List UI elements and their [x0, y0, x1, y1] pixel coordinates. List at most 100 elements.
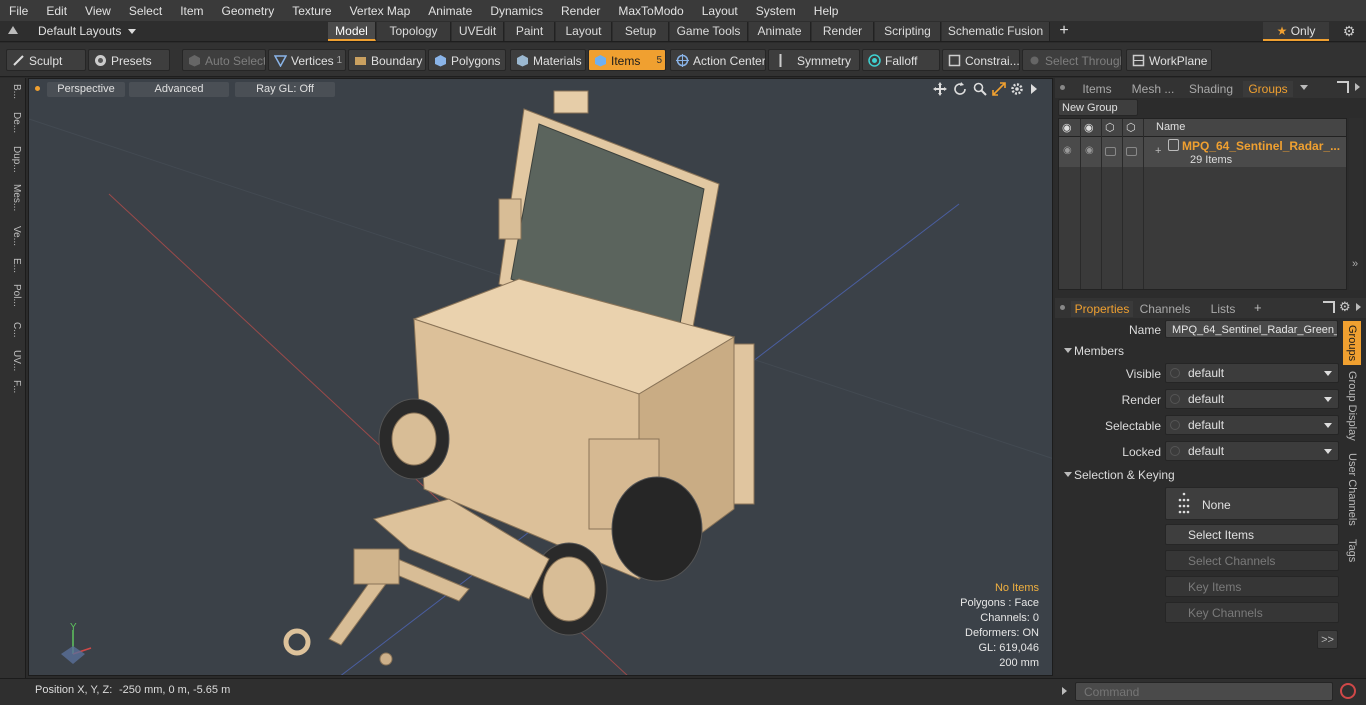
row-lock-checkbox[interactable]: [1105, 147, 1116, 156]
menu-item[interactable]: Item: [171, 4, 212, 18]
groups-chevron-down-icon[interactable]: [1300, 85, 1308, 90]
tab-mesh[interactable]: Mesh ...: [1127, 81, 1179, 97]
eye-icon[interactable]: ◉: [1062, 121, 1072, 134]
props-more-icon[interactable]: [1356, 303, 1361, 311]
falloff-button[interactable]: Falloff: [862, 49, 940, 71]
gear-icon[interactable]: ⚙: [1340, 23, 1358, 40]
row-render-icon[interactable]: ◉: [1085, 145, 1094, 156]
new-group-button[interactable]: New Group: [1058, 99, 1138, 116]
materials-button[interactable]: Materials: [510, 49, 586, 71]
tab-scripting[interactable]: Scripting: [875, 22, 941, 41]
tab-shading[interactable]: Shading: [1185, 81, 1237, 97]
expand-plus-icon[interactable]: +: [1155, 145, 1161, 157]
action-center-button[interactable]: Action Center: [670, 49, 766, 71]
layout-expand-icon[interactable]: [8, 26, 18, 34]
3d-viewport[interactable]: Perspective Advanced Ray GL: Off Y No It…: [28, 78, 1053, 676]
menu-animate[interactable]: Animate: [419, 4, 481, 18]
tab-paint[interactable]: Paint: [505, 22, 555, 41]
palette-tab-vertex[interactable]: Ve...: [3, 226, 22, 246]
palette-tab-duplicate[interactable]: Dup...: [3, 146, 22, 173]
scroll-down-icon[interactable]: »: [1352, 258, 1358, 270]
items-button[interactable]: Items 5: [588, 49, 666, 71]
selectable-dropdown[interactable]: default: [1165, 415, 1339, 435]
props-dot-icon[interactable]: [1060, 305, 1065, 310]
menu-texture[interactable]: Texture: [283, 4, 340, 18]
tab-render[interactable]: Render: [812, 22, 874, 41]
props-gear-icon[interactable]: ⚙: [1339, 299, 1351, 315]
menu-file[interactable]: File: [0, 4, 37, 18]
side-tab-group-display[interactable]: Group Display: [1343, 371, 1361, 441]
selection-keying-section[interactable]: Selection & Keying: [1064, 468, 1175, 482]
vertices-button[interactable]: Vertices 1: [268, 49, 346, 71]
tab-channels[interactable]: Channels: [1137, 301, 1193, 317]
add-props-tab-icon[interactable]: +: [1254, 300, 1262, 315]
menu-system[interactable]: System: [747, 4, 805, 18]
record-icon[interactable]: [1340, 683, 1356, 699]
tab-model[interactable]: Model: [328, 22, 376, 41]
boundary-button[interactable]: Boundary: [348, 49, 426, 71]
tab-uvedit[interactable]: UVEdit: [452, 22, 504, 41]
row-eye-icon[interactable]: ◉: [1063, 145, 1072, 156]
palette-tab-fusion[interactable]: F...: [3, 380, 22, 393]
menu-render[interactable]: Render: [552, 4, 609, 18]
name-input[interactable]: MPQ_64_Sentinel_Radar_Green_: [1165, 320, 1338, 338]
menu-select[interactable]: Select: [120, 4, 171, 18]
more-button[interactable]: >>: [1317, 630, 1338, 649]
menu-vertex-map[interactable]: Vertex Map: [341, 4, 420, 18]
command-input[interactable]: [1075, 682, 1333, 701]
sculpt-button[interactable]: Sculpt: [6, 49, 86, 71]
select-through-button[interactable]: Select Through: [1022, 49, 1122, 71]
tab-items[interactable]: Items: [1077, 81, 1117, 97]
symmetry-button[interactable]: Symmetry: [768, 49, 860, 71]
tab-layout[interactable]: Layout: [556, 22, 612, 41]
tab-lists[interactable]: Lists: [1201, 301, 1245, 317]
presets-button[interactable]: Presets: [88, 49, 170, 71]
menu-dynamics[interactable]: Dynamics: [481, 4, 552, 18]
palette-tab-basic[interactable]: B...: [3, 84, 22, 99]
props-maximize-icon[interactable]: [1323, 301, 1335, 313]
palette-tab-edge[interactable]: E...: [3, 258, 22, 273]
groups-scrollbar[interactable]: »: [1349, 118, 1363, 290]
tab-properties[interactable]: Properties: [1071, 301, 1133, 317]
panel-dot-icon[interactable]: [1060, 85, 1065, 90]
side-tab-groups[interactable]: Groups: [1343, 321, 1361, 365]
menu-layout[interactable]: Layout: [693, 4, 747, 18]
locked-dropdown[interactable]: default: [1165, 441, 1339, 461]
group-row[interactable]: ◉ ◉ + MPQ_64_Sentinel_Radar_... 29 Items: [1059, 137, 1346, 167]
key-channels-button[interactable]: Key Channels: [1165, 602, 1339, 623]
none-button[interactable]: None: [1165, 487, 1339, 520]
select-col-icon[interactable]: ⬡: [1126, 121, 1136, 134]
side-tab-user-channels[interactable]: User Channels: [1343, 453, 1361, 526]
menu-edit[interactable]: Edit: [37, 4, 76, 18]
polygons-button[interactable]: Polygons: [428, 49, 506, 71]
palette-tab-mesh-edit[interactable]: Mes...: [3, 184, 22, 211]
auto-select-button[interactable]: Auto Select: [182, 49, 266, 71]
menu-geometry[interactable]: Geometry: [213, 4, 284, 18]
render-col-icon[interactable]: ◉: [1084, 121, 1094, 134]
groups-more-icon[interactable]: [1355, 83, 1360, 91]
side-tab-tags[interactable]: Tags: [1343, 539, 1361, 562]
only-toggle[interactable]: ★ Only: [1263, 22, 1329, 41]
tab-setup[interactable]: Setup: [613, 22, 669, 41]
layout-preset-dropdown[interactable]: Default Layouts: [38, 24, 136, 38]
workplane-button[interactable]: WorkPlane: [1126, 49, 1212, 71]
tab-topology[interactable]: Topology: [377, 22, 451, 41]
palette-tab-polygon[interactable]: Pol...: [3, 284, 22, 307]
visible-dropdown[interactable]: default: [1165, 363, 1339, 383]
members-section[interactable]: Members: [1063, 344, 1124, 358]
command-expand-icon[interactable]: [1062, 687, 1067, 695]
menu-view[interactable]: View: [76, 4, 120, 18]
render-dropdown[interactable]: default: [1165, 389, 1339, 409]
key-items-button[interactable]: Key Items: [1165, 576, 1339, 597]
row-select-checkbox[interactable]: [1126, 147, 1137, 156]
palette-tab-uv[interactable]: UV...: [3, 350, 22, 371]
tab-animate[interactable]: Animate: [749, 22, 811, 41]
palette-tab-deform[interactable]: De...: [3, 112, 22, 133]
select-items-button[interactable]: Select Items: [1165, 524, 1339, 545]
lock-col-icon[interactable]: ⬡: [1105, 121, 1115, 134]
menu-help[interactable]: Help: [805, 4, 848, 18]
add-tab-button[interactable]: +: [1055, 22, 1073, 41]
palette-tab-curve[interactable]: C...: [3, 322, 22, 338]
tab-game-tools[interactable]: Game Tools: [670, 22, 748, 41]
groups-maximize-icon[interactable]: [1337, 81, 1349, 93]
